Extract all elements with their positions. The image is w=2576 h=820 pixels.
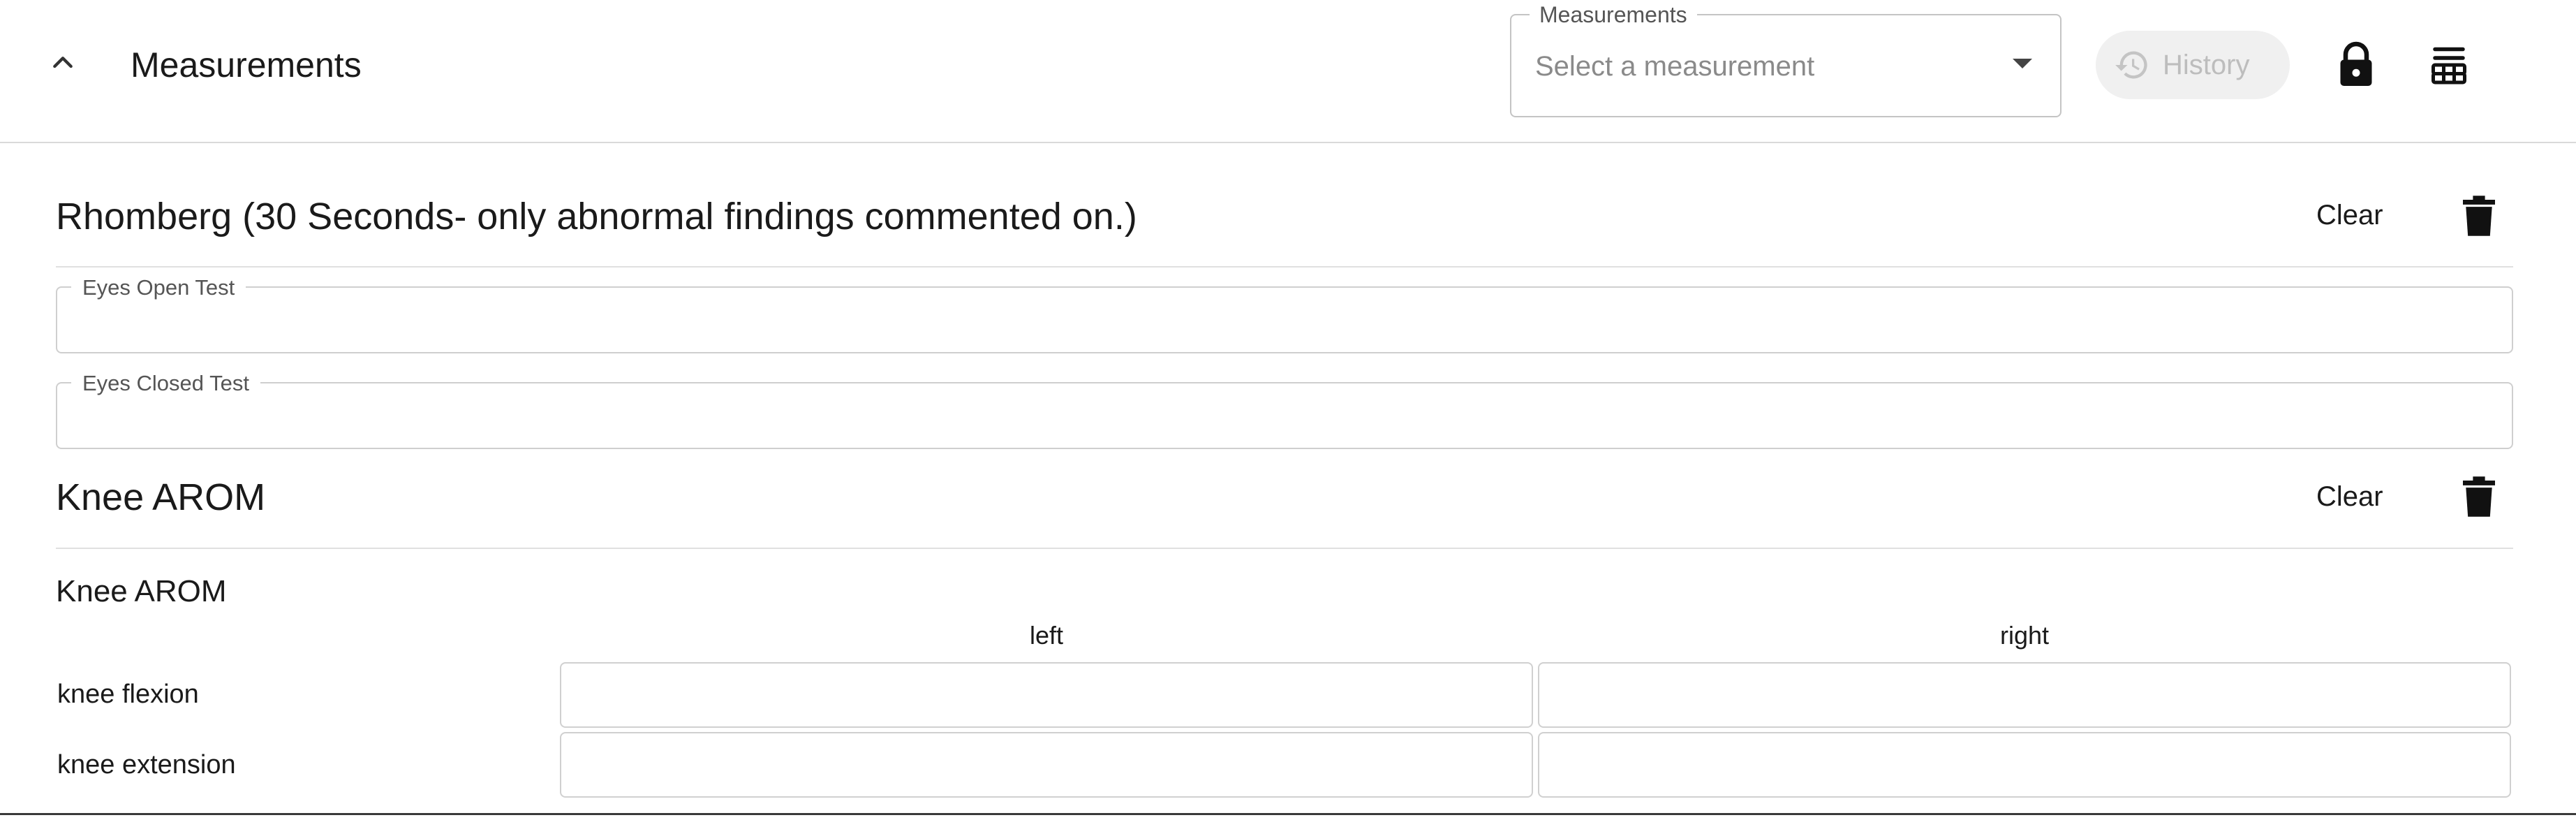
- eyes-closed-test-input[interactable]: [71, 397, 2496, 437]
- collapse-button[interactable]: [42, 42, 84, 84]
- subsection-title-knee-arom: Knee AROM: [56, 574, 227, 608]
- column-header-right: right: [1999, 621, 2050, 650]
- measurement-select-label: Measurements: [1530, 1, 1697, 28]
- settings-button[interactable]: [2428, 43, 2470, 87]
- measurements-header: Measurements Measurements Select a measu…: [0, 0, 2576, 143]
- lock-icon: [2340, 41, 2372, 86]
- knee-extension-left-input[interactable]: [560, 732, 1533, 798]
- section-title-rhomberg: Rhomberg (30 Seconds- only abnormal find…: [56, 196, 1137, 237]
- delete-button-rhomberg[interactable]: [2463, 196, 2495, 236]
- dropdown-arrow-icon: [2013, 59, 2032, 68]
- knee-flexion-right-input[interactable]: [1538, 662, 2511, 728]
- lock-button[interactable]: [2335, 41, 2377, 89]
- clear-button-rhomberg[interactable]: Clear: [2311, 198, 2389, 233]
- eyes-closed-test-field[interactable]: Eyes Closed Test: [56, 371, 2513, 449]
- eyes-open-test-field[interactable]: Eyes Open Test: [56, 275, 2513, 353]
- eyes-open-test-label: Eyes Open Test: [71, 275, 246, 300]
- section-title-knee-arom: Knee AROM: [56, 476, 266, 518]
- history-label: History: [2163, 49, 2250, 80]
- column-header-left: left: [1029, 621, 1064, 650]
- trash-icon: [2463, 196, 2495, 236]
- window-bottom-edge: [0, 813, 2576, 820]
- section-divider: [56, 548, 2513, 549]
- page-title: Measurements: [131, 45, 362, 85]
- knee-flexion-left-input[interactable]: [560, 662, 1533, 728]
- chevron-up-icon: [53, 57, 73, 68]
- history-button[interactable]: History: [2096, 31, 2290, 99]
- delete-button-knee-arom[interactable]: [2463, 476, 2495, 517]
- clear-button-knee-arom[interactable]: Clear: [2311, 479, 2389, 514]
- row-label-knee-flexion: knee flexion: [57, 680, 199, 709]
- trash-icon: [2463, 476, 2495, 517]
- history-icon: [2114, 47, 2150, 83]
- eyes-open-test-input[interactable]: [71, 302, 2496, 341]
- row-label-knee-extension: knee extension: [57, 750, 236, 779]
- eyes-closed-test-label: Eyes Closed Test: [71, 371, 260, 396]
- settings-icon: [2431, 47, 2466, 85]
- measurement-select-placeholder: Select a measurement: [1535, 51, 1815, 82]
- knee-extension-right-input[interactable]: [1538, 732, 2511, 798]
- section-divider: [56, 266, 2513, 268]
- measurement-select[interactable]: Measurements Select a measurement: [1510, 1, 2061, 117]
